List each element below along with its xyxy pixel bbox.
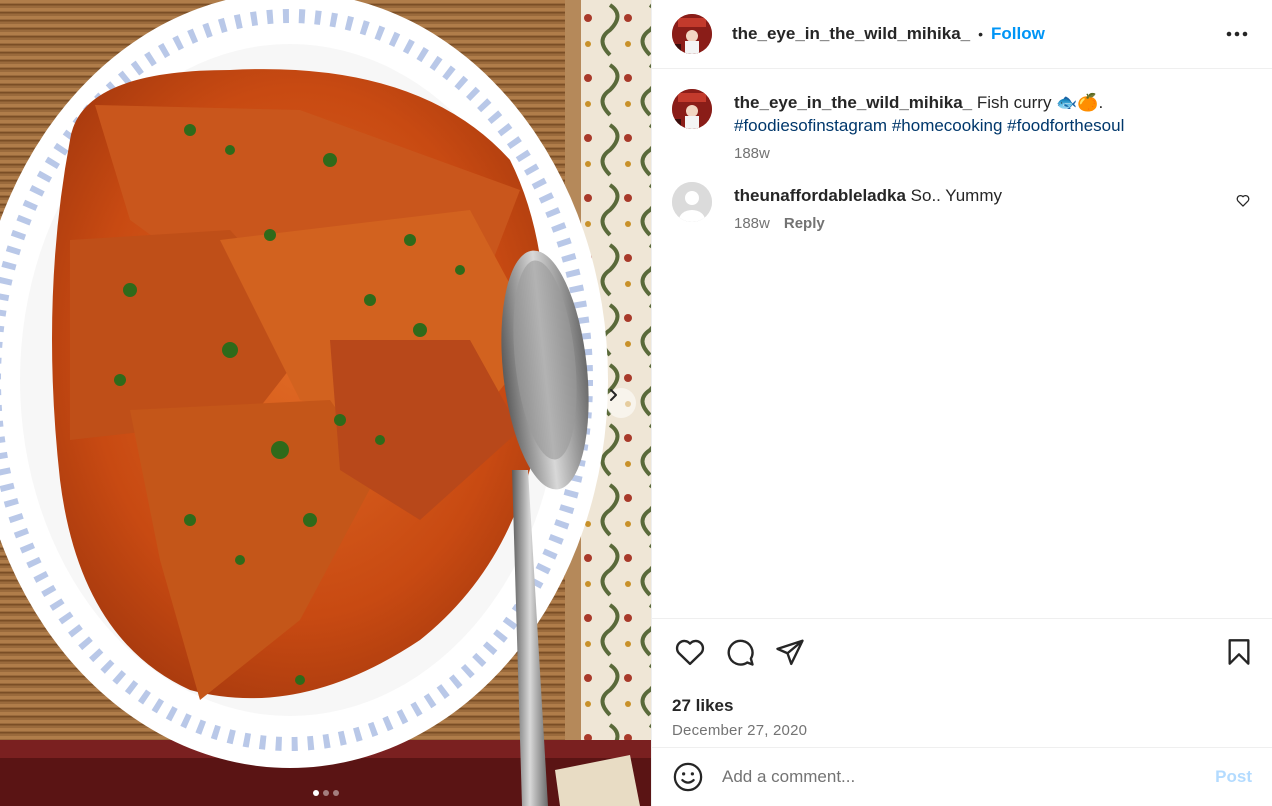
default-avatar-icon: [672, 182, 712, 222]
hashtag-link[interactable]: #homecooking: [892, 116, 1003, 135]
author-username[interactable]: the_eye_in_the_wild_mihika_: [732, 24, 970, 44]
post-date[interactable]: December 27, 2020: [672, 722, 1252, 739]
carousel-indicator: [0, 790, 651, 796]
post-dialog: the_eye_in_the_wild_mihika_ • Follow the…: [0, 0, 1272, 806]
comment-username[interactable]: theunaffordableladka: [734, 186, 906, 205]
heart-icon: [675, 639, 705, 666]
emoji-button[interactable]: [672, 761, 704, 793]
post-actions: 27 likes December 27, 2020: [652, 618, 1272, 747]
like-button[interactable]: [672, 634, 708, 670]
hashtag-link[interactable]: #foodforthesoul: [1007, 116, 1124, 135]
caption-trailing: .: [1098, 93, 1104, 112]
avatar-image: [672, 14, 712, 54]
follow-button[interactable]: Follow: [991, 24, 1045, 44]
more-options-button[interactable]: [1222, 20, 1252, 48]
carousel-dot: [332, 790, 339, 796]
comment-item: theunaffordableladka So.. Yummy 188w Rep…: [672, 182, 1252, 232]
post-header: the_eye_in_the_wild_mihika_ • Follow: [652, 0, 1272, 69]
post-comment-button[interactable]: Post: [1215, 767, 1252, 787]
caption-emojis: 🐟🍊: [1056, 93, 1099, 112]
next-image-button[interactable]: [606, 388, 636, 418]
post-side-panel: the_eye_in_the_wild_mihika_ • Follow the…: [651, 0, 1272, 806]
heart-icon: [1236, 194, 1250, 207]
post-image[interactable]: [0, 0, 651, 806]
comment-text: theunaffordableladka So.. Yummy: [734, 184, 1002, 207]
caption-text: the_eye_in_the_wild_mihika_ Fish curry 🐟…: [734, 91, 1124, 137]
carousel-dot: [322, 790, 329, 796]
author-avatar[interactable]: [672, 14, 712, 54]
bookmark-icon: [1228, 639, 1250, 665]
comment-composer: Post: [652, 747, 1272, 806]
hashtag-link[interactable]: #foodiesofinstagram: [734, 116, 887, 135]
comment-button[interactable]: [722, 634, 758, 670]
chevron-right-icon: [610, 389, 617, 401]
comment-input[interactable]: [720, 766, 1216, 788]
caption: the_eye_in_the_wild_mihika_ Fish curry 🐟…: [672, 89, 1252, 162]
share-icon: [776, 639, 804, 666]
header-separator: •: [978, 26, 984, 42]
caption-username[interactable]: the_eye_in_the_wild_mihika_: [734, 93, 972, 112]
share-button[interactable]: [772, 634, 808, 670]
commenter-avatar[interactable]: [672, 182, 712, 222]
reply-button[interactable]: Reply: [784, 215, 825, 232]
avatar-image: [672, 89, 712, 129]
save-button[interactable]: [1222, 635, 1256, 669]
caption-body: Fish curry: [976, 93, 1052, 112]
carousel-dot: [312, 790, 319, 796]
comment-body: So.. Yummy: [910, 186, 1002, 205]
food-photo: [0, 0, 651, 806]
like-comment-button[interactable]: [1236, 194, 1250, 212]
more-horizontal-icon: [1226, 31, 1248, 37]
comment-timestamp[interactable]: 188w: [734, 215, 770, 232]
like-count[interactable]: 27 likes: [672, 696, 1252, 716]
comment-icon: [727, 639, 754, 666]
comments-section: the_eye_in_the_wild_mihika_ Fish curry 🐟…: [652, 69, 1272, 618]
caption-author-avatar[interactable]: [672, 89, 712, 129]
emoji-icon: [673, 762, 703, 792]
caption-timestamp[interactable]: 188w: [734, 145, 770, 162]
